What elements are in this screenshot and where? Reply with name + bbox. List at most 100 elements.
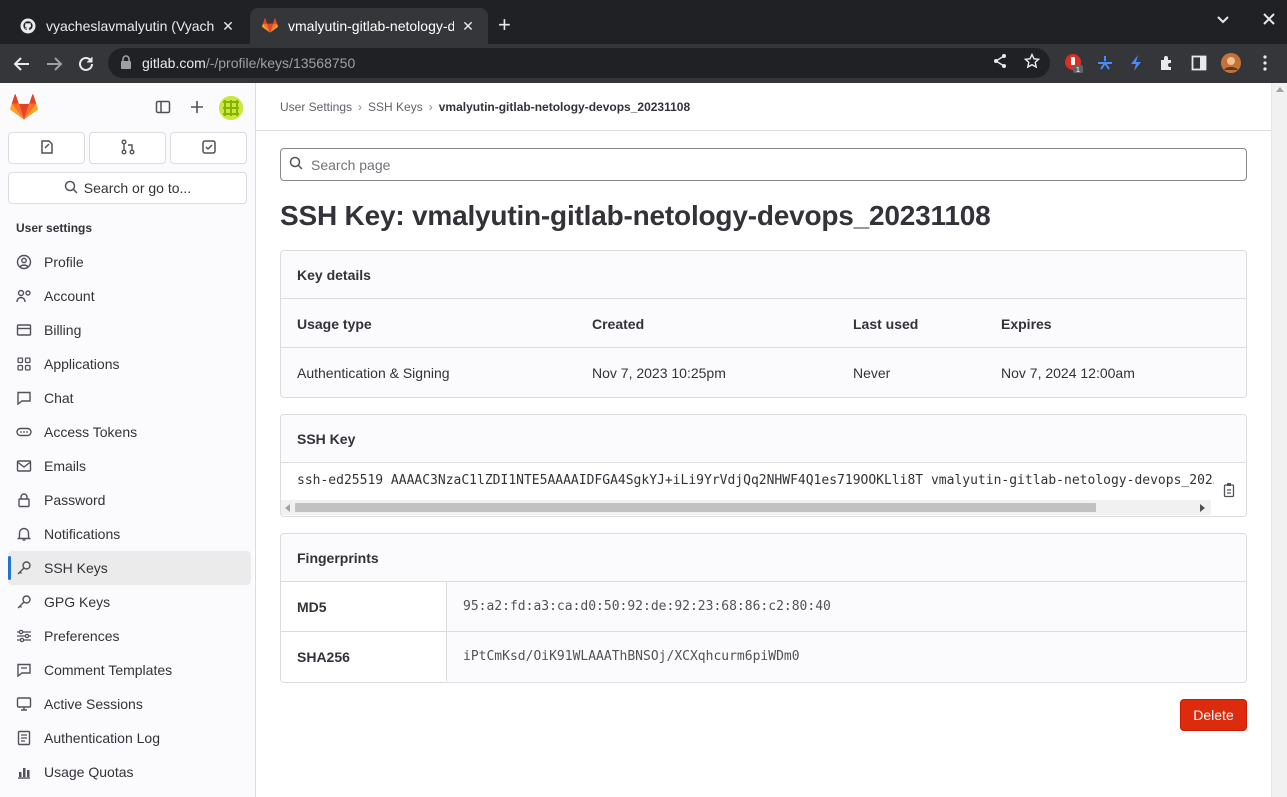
sidebar-item-label: Emails bbox=[44, 458, 87, 474]
browser-tab-gitlab[interactable]: vmalyutin-gitlab-netology-devops_2023110… bbox=[250, 8, 488, 44]
sidebar-item-label: SSH Keys bbox=[44, 560, 108, 576]
breadcrumb-user-settings[interactable]: User Settings bbox=[280, 100, 352, 114]
fingerprint-value: iPtCmKsd/OiK91WLAAAThBNSOj/XCXqhcurm6piW… bbox=[447, 632, 1246, 681]
tab-title: vmalyutin-gitlab-netology-devops_2023110… bbox=[288, 18, 454, 34]
token-icon bbox=[16, 424, 32, 440]
chat-icon bbox=[16, 390, 32, 406]
todos-quick-button[interactable] bbox=[170, 132, 247, 164]
gitlab-logo-icon bbox=[262, 18, 278, 34]
forward-icon[interactable] bbox=[42, 52, 66, 76]
sidebar-item-label: Profile bbox=[44, 254, 84, 270]
comment-icon bbox=[16, 662, 32, 678]
last-used-value: Never bbox=[853, 364, 891, 381]
key-details-value-row: Authentication & Signing Nov 7, 2023 10:… bbox=[281, 348, 1246, 397]
sidebar-item-billing[interactable]: Billing bbox=[8, 313, 251, 347]
reload-icon[interactable] bbox=[74, 52, 98, 76]
search-page-input[interactable]: Search page bbox=[280, 148, 1247, 181]
key-details-header-row: Usage type Created Last used Expires bbox=[281, 299, 1246, 348]
search-icon bbox=[289, 156, 311, 173]
search-label: Search or go to... bbox=[83, 180, 192, 196]
user-avatar[interactable] bbox=[219, 96, 243, 120]
extension-shield-icon[interactable]: 1 bbox=[1062, 52, 1084, 74]
sidebar-item-usage-quotas[interactable]: Usage Quotas bbox=[8, 755, 251, 789]
address-bar[interactable]: gitlab.com/-/profile/keys/13568750 bbox=[108, 48, 1050, 78]
lock-icon bbox=[120, 54, 132, 72]
extension-bolt-icon[interactable] bbox=[1125, 52, 1147, 74]
browser-menu-icon[interactable] bbox=[1254, 52, 1276, 74]
profile-avatar-icon[interactable] bbox=[1220, 52, 1242, 74]
sidebar-item-label: Applications bbox=[44, 356, 120, 372]
sidebar-item-comment-templates[interactable]: Comment Templates bbox=[8, 653, 251, 687]
sidebar-item-profile[interactable]: Profile bbox=[8, 245, 251, 279]
bookmark-star-icon[interactable] bbox=[1022, 51, 1042, 71]
key-details-card: Key details Usage type Created Last used… bbox=[280, 250, 1247, 398]
preferences-icon bbox=[16, 628, 32, 644]
search-or-go-to-button[interactable]: Search or go to... bbox=[8, 172, 247, 204]
sidebar-item-gpg-keys[interactable]: GPG Keys bbox=[8, 585, 251, 619]
fingerprint-label: SHA256 bbox=[281, 632, 447, 681]
ssh-key-horizontal-scrollbar[interactable] bbox=[281, 500, 1211, 515]
ssh-key-value[interactable]: ssh-ed25519 AAAAC3NzaC1lZDI1NTE5AAAAIDFG… bbox=[297, 473, 1214, 488]
sidebar-item-label: Authentication Log bbox=[44, 730, 160, 746]
copy-clipboard-icon[interactable] bbox=[1222, 481, 1238, 499]
lock-icon bbox=[16, 492, 32, 508]
extension-translate-icon[interactable] bbox=[1094, 52, 1116, 74]
key-icon bbox=[16, 594, 32, 610]
close-icon[interactable]: ✕ bbox=[220, 18, 236, 35]
sidebar-item-access-tokens[interactable]: Access Tokens bbox=[8, 415, 251, 449]
profile-icon bbox=[16, 254, 32, 270]
fingerprints-header: Fingerprints bbox=[281, 534, 1246, 582]
usage-type-value: Authentication & Signing bbox=[297, 364, 450, 381]
delete-button[interactable]: Delete bbox=[1180, 699, 1247, 731]
page-scrollbar[interactable] bbox=[1271, 83, 1287, 797]
sidebar-item-account[interactable]: Account bbox=[8, 279, 251, 313]
account-icon bbox=[16, 288, 32, 304]
sidebar-toggle-icon[interactable] bbox=[153, 97, 173, 117]
share-icon[interactable] bbox=[990, 51, 1010, 71]
sidebar-item-ssh-keys[interactable]: SSH Keys bbox=[8, 551, 251, 585]
key-icon bbox=[16, 560, 32, 576]
ssh-key-card: SSH Key ssh-ed25519 AAAAC3NzaC1lZDI1NTE5… bbox=[280, 414, 1247, 517]
sidebar-item-label: Usage Quotas bbox=[44, 764, 134, 780]
sidebar-item-preferences[interactable]: Preferences bbox=[8, 619, 251, 653]
breadcrumb-current[interactable]: vmalyutin-gitlab-netology-devops_2023110… bbox=[439, 100, 690, 114]
breadcrumb-ssh-keys[interactable]: SSH Keys bbox=[368, 100, 423, 114]
created-value: Nov 7, 2023 10:25pm bbox=[592, 364, 726, 381]
gitlab-logo-icon[interactable] bbox=[10, 94, 38, 124]
sidebar-item-notifications[interactable]: Notifications bbox=[8, 517, 251, 551]
log-icon bbox=[16, 730, 32, 746]
back-icon[interactable] bbox=[10, 52, 34, 76]
search-icon bbox=[64, 180, 84, 197]
issues-quick-button[interactable] bbox=[8, 132, 85, 164]
key-details-header: Key details bbox=[281, 251, 1246, 299]
sidebar-item-authentication-log[interactable]: Authentication Log bbox=[8, 721, 251, 755]
sidebar: Search or go to... User settings Profile… bbox=[0, 83, 256, 797]
merge-requests-quick-button[interactable] bbox=[89, 132, 166, 164]
close-icon[interactable]: ✕ bbox=[460, 18, 476, 35]
fingerprint-row-md5: MD5 95:a2:fd:a3:ca:d0:50:92:de:92:23:68:… bbox=[281, 582, 1246, 632]
issues-icon bbox=[39, 139, 55, 158]
new-tab-button[interactable]: + bbox=[498, 14, 511, 36]
sidebar-item-emails[interactable]: Emails bbox=[8, 449, 251, 483]
column-header-created: Created bbox=[592, 315, 645, 332]
main-content: User Settings › SSH Keys › vmalyutin-git… bbox=[256, 83, 1287, 797]
sidebar-item-applications[interactable]: Applications bbox=[8, 347, 251, 381]
fingerprint-value: 95:a2:fd:a3:ca:d0:50:92:de:92:23:68:86:c… bbox=[447, 582, 1246, 631]
browser-tab-github[interactable]: vyacheslavmalyutin (Vyacheslav Malyutin)… bbox=[8, 8, 248, 44]
expires-value: Nov 7, 2024 12:00am bbox=[1001, 364, 1135, 381]
window-close-icon[interactable] bbox=[1262, 12, 1276, 31]
fingerprint-label: MD5 bbox=[281, 582, 447, 631]
chevron-down-icon[interactable] bbox=[1216, 12, 1230, 31]
sidebar-item-password[interactable]: Password bbox=[8, 483, 251, 517]
sidebar-item-active-sessions[interactable]: Active Sessions bbox=[8, 687, 251, 721]
sidebar-item-label: Password bbox=[44, 492, 106, 508]
breadcrumb: User Settings › SSH Keys › vmalyutin-git… bbox=[256, 83, 1271, 131]
side-panel-icon[interactable] bbox=[1188, 52, 1210, 74]
column-header-last-used: Last used bbox=[853, 315, 919, 332]
fingerprint-row-sha256: SHA256 iPtCmKsd/OiK91WLAAAThBNSOj/XCXqhc… bbox=[281, 632, 1246, 682]
bell-icon bbox=[16, 526, 32, 542]
extensions-puzzle-icon[interactable] bbox=[1156, 52, 1178, 74]
create-new-plus-icon[interactable] bbox=[187, 97, 207, 117]
sidebar-item-chat[interactable]: Chat bbox=[8, 381, 251, 415]
merge-request-icon bbox=[120, 139, 136, 158]
